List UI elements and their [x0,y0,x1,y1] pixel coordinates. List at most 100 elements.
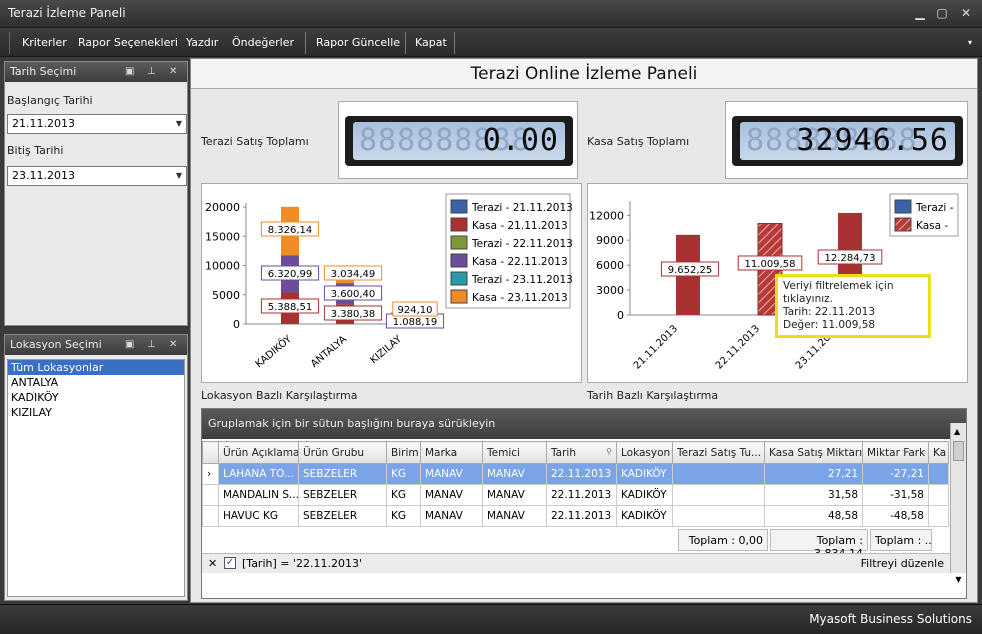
menu-kriterler[interactable]: Kriterler [20,34,69,52]
group-panel[interactable]: Gruplamak için bir sütun başlığını buray… [202,409,966,439]
table-cell[interactable]: 22.11.2013 [546,484,617,506]
table-cell[interactable] [928,484,949,506]
row-indicator[interactable]: › [202,463,219,485]
table-cell[interactable]: KADIKÖY [616,505,673,527]
menu-kapat[interactable]: Kapat [413,34,449,52]
column-header[interactable]: Marka [420,441,483,464]
filter-checkbox[interactable]: ✓ [224,557,236,569]
page-title: Terazi Online İzleme Paneli [191,59,977,89]
location-panel-title: Lokasyon Seçimi [10,338,102,351]
table-cell[interactable]: KG [386,463,421,485]
date-panel: Tarih Seçimi ▣ ⊥ ✕ Başlangıç Tarihi 21.1… [4,61,188,326]
scale-total-value: 0.00 [482,123,559,158]
column-header[interactable]: Temici [482,441,547,464]
scroll-thumb[interactable] [953,441,964,461]
legend-swatch [450,199,468,214]
column-header[interactable]: Birim [386,441,421,464]
start-date-dropdown[interactable]: 21.11.2013 ▼ [7,114,187,134]
toolbar-overflow-icon[interactable]: ▾ [966,34,974,52]
column-header[interactable]: Miktar Fark [862,441,929,464]
table-cell[interactable]: 27,21 [764,463,863,485]
table-cell[interactable]: 48,58 [764,505,863,527]
data-label: 12.284,73 [825,253,876,264]
table-cell[interactable] [672,463,765,485]
table-cell[interactable]: MANAV [482,484,547,506]
panel-close-icon[interactable]: ✕ [169,335,177,355]
table-cell[interactable] [672,484,765,506]
column-header[interactable]: Terazi Satış Tu... [672,441,765,464]
table-cell[interactable]: KADIKÖY [616,484,673,506]
window-title: Terazi İzleme Paneli [8,6,126,20]
edit-filter-link[interactable]: Filtreyi düzenle [861,557,944,570]
location-item[interactable]: Tüm Lokasyonlar [8,360,184,375]
column-header[interactable]: Kasa Satış Miktarı [764,441,863,464]
column-header[interactable]: Ka [928,441,949,464]
table-cell[interactable]: SEBZELER [298,463,387,485]
menu-separator [454,32,455,54]
panel-close-icon[interactable]: ✕ [169,62,177,82]
column-header[interactable]: Lokasyon [616,441,673,464]
table-cell[interactable]: -31,58 [862,484,929,506]
scroll-down-icon[interactable]: ▼ [951,575,966,591]
location-item[interactable]: ANTALYA [8,375,184,390]
table-cell[interactable]: KG [386,484,421,506]
column-header[interactable]: Ürün Grubu [298,441,387,464]
menu-rapor-guncelle[interactable]: Rapor Güncelle [314,34,402,52]
clear-filter-icon[interactable]: ✕ [208,557,217,570]
table-cell[interactable]: -27,21 [862,463,929,485]
table-cell[interactable]: SEBZELER [298,484,387,506]
table-cell[interactable] [672,505,765,527]
filter-icon[interactable]: ⚲ [606,447,612,456]
maximize-icon[interactable]: ▢ [932,4,952,22]
table-cell[interactable]: SEBZELER [298,505,387,527]
status-text: Myasoft Business Solutions [809,612,972,626]
table-cell[interactable]: LAHANA TO... [218,463,299,485]
table-cell[interactable]: 22.11.2013 [546,463,617,485]
end-date-dropdown[interactable]: 23.11.2013 ▼ [7,166,187,186]
location-item[interactable]: KIZILAY [8,405,184,420]
minimize-icon[interactable]: ▁ [910,4,930,22]
table-cell[interactable] [928,505,949,527]
date-chart[interactable]: 0 3000 6000 9000 12000 21.11.2013 22.11.2013 23… [587,183,968,383]
table-cell[interactable]: HAVUC KG [218,505,299,527]
legend-swatch [450,289,468,304]
table-cell[interactable]: KG [386,505,421,527]
table-cell[interactable]: 22.11.2013 [546,505,617,527]
menu-ondegerler[interactable]: Öndeğerler [230,34,296,52]
table-cell[interactable]: MANAV [420,463,483,485]
column-header[interactable]: Tarih ⚲ [546,441,617,464]
vertical-scrollbar[interactable]: ▲ [950,423,966,573]
dropdown-arrow-icon[interactable]: ▼ [176,115,182,133]
location-item[interactable]: KADIKÖY [8,390,184,405]
location-chart[interactable]: 0 5000 10000 15000 20000 KADIKÖY ANTALYA KIZILA… [201,183,582,383]
pin-icon[interactable]: ⊥ [147,335,156,355]
legend-swatch [450,253,468,268]
table-cell[interactable]: MANDALIN S... [218,484,299,506]
x-tick-label: ANTALYA [309,334,349,370]
table-cell[interactable]: MANAV [420,484,483,506]
table-cell[interactable]: MANAV [420,505,483,527]
table-cell[interactable]: MANAV [482,463,547,485]
data-grid: Gruplamak için bir sütun başlığını buray… [201,408,967,599]
table-cell[interactable]: 31,58 [764,484,863,506]
menu-yazdir[interactable]: Yazdır [184,34,220,52]
dropdown-arrow-icon[interactable]: ▼ [176,167,182,185]
panel-window-icon[interactable]: ▣ [125,62,134,82]
pin-icon[interactable]: ⊥ [147,62,156,82]
start-date-label: Başlangıç Tarihi [7,94,93,107]
filter-expression: [Tarih] = '22.11.2013' [242,557,363,570]
column-header[interactable]: Ürün Açıklama [218,441,299,464]
table-cell[interactable]: KADIKÖY [616,463,673,485]
table-row[interactable]: HAVUC KG SEBZELER KG MANAV MANAV 22.11.2013 KA… [202,505,949,527]
panel-window-icon[interactable]: ▣ [125,335,134,355]
table-row[interactable]: › LAHANA TO... SEBZELER KG MANAV MANAV 22.11.2… [202,463,949,485]
close-icon[interactable]: ✕ [956,4,976,22]
table-cell[interactable]: MANAV [482,505,547,527]
row-indicator[interactable] [202,484,219,506]
table-cell[interactable] [928,463,949,485]
table-cell[interactable]: -48,58 [862,505,929,527]
scroll-up-icon[interactable]: ▲ [954,427,960,436]
menu-rapor-secenekleri[interactable]: Rapor Seçenekleri [76,34,180,52]
row-indicator[interactable] [202,505,219,527]
table-row[interactable]: MANDALIN S... SEBZELER KG MANAV MANAV 22.11.2… [202,484,949,506]
